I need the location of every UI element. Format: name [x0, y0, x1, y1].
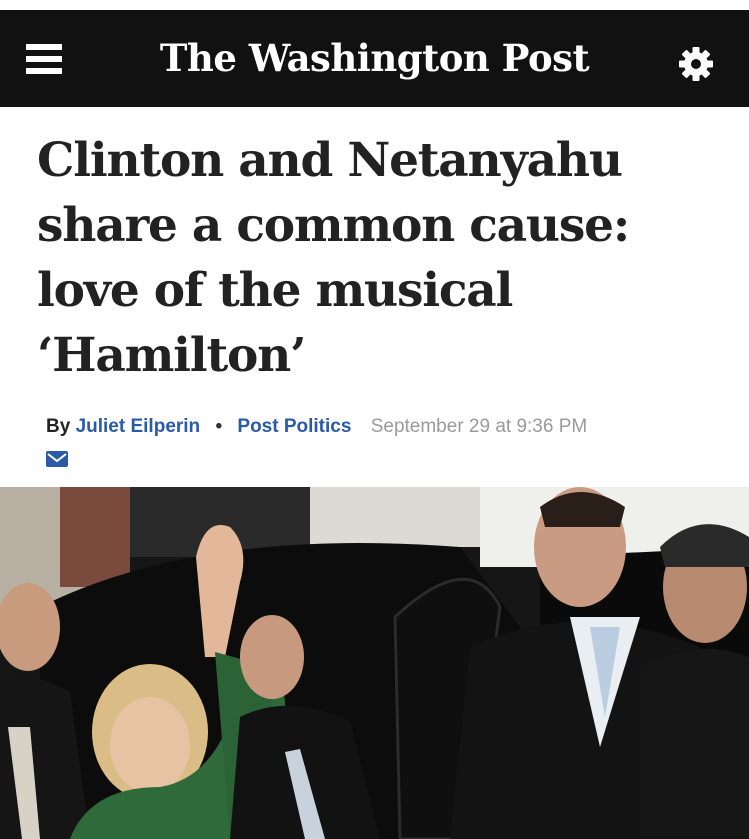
gear-icon[interactable]: [677, 45, 715, 83]
top-navigation-bar: The Washington Post: [0, 10, 749, 107]
section-link[interactable]: Post Politics: [237, 416, 351, 437]
article-byline: By Juliet Eilperin • Post Politics Septe…: [46, 414, 736, 440]
masthead-logo[interactable]: The Washington Post: [130, 32, 619, 84]
article-headline: Clinton and Netanyahu share a common cau…: [37, 133, 630, 383]
hamburger-menu-icon[interactable]: [26, 44, 62, 74]
author-link[interactable]: Juliet Eilperin: [76, 416, 201, 437]
menu-bar-line: [26, 56, 62, 62]
article-lead-photo: [0, 487, 749, 839]
menu-bar-line: [26, 68, 62, 74]
top-strip: [0, 0, 749, 10]
byline-prefix: By: [46, 416, 71, 437]
envelope-icon[interactable]: [46, 451, 68, 467]
publish-timestamp: September 29 at 9:36 PM: [370, 416, 588, 437]
photo-illustration: [0, 487, 749, 839]
menu-bar-line: [26, 44, 62, 50]
byline-separator: •: [215, 416, 223, 437]
